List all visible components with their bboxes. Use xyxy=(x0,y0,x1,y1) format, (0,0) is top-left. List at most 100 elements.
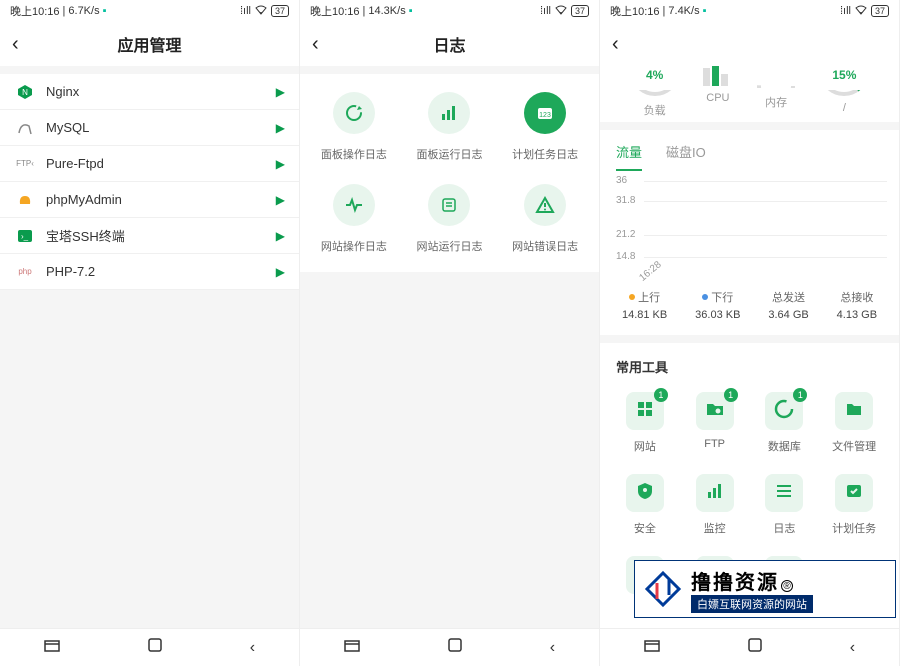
status-speed: 6.7K/s xyxy=(68,5,99,17)
tool-website[interactable]: 1 网站 xyxy=(610,392,680,454)
log-panel-run[interactable]: 面板运行日志 xyxy=(402,92,498,162)
gauge-cpu[interactable]: CPU xyxy=(703,66,733,104)
tool-ftp[interactable]: 1 FTP xyxy=(680,392,750,454)
panel-logs: 晚上10:16 | 14.3K/s ▪ ⁞ıll 37 ‹ 日志 面板操作日志 … xyxy=(300,0,600,666)
gauge-label: 内存 xyxy=(765,94,787,110)
battery-icon: 37 xyxy=(871,5,889,17)
grid-icon xyxy=(636,400,654,423)
header: ‹ 日志 xyxy=(300,22,599,66)
chart-tabs: 流量 磁盘IO xyxy=(600,130,899,171)
back-button[interactable]: ‹ xyxy=(312,33,319,56)
signal-icon: ⁞ıll xyxy=(840,5,851,17)
tool-label: 日志 xyxy=(773,520,795,536)
gauge-mem[interactable]: 内存 xyxy=(756,66,796,110)
app-item-mysql[interactable]: MySQL ▶ xyxy=(0,110,299,146)
log-label: 面板运行日志 xyxy=(416,146,482,162)
log-site-run[interactable]: 网站运行日志 xyxy=(402,184,498,254)
page-title: 日志 xyxy=(300,32,599,56)
tick-icon xyxy=(845,483,863,504)
transfer-icon: ▪ xyxy=(409,5,413,17)
ftp-icon: FTP‹ xyxy=(14,159,36,168)
registered-icon: ® xyxy=(781,580,793,592)
tool-label: 数据库 xyxy=(768,438,801,454)
tool-monitor[interactable]: 监控 xyxy=(680,474,750,536)
nav-back[interactable]: ‹ xyxy=(550,639,555,657)
status-time: 晚上10:16 xyxy=(610,3,660,19)
badge: 1 xyxy=(654,388,668,402)
page-title: 应用管理 xyxy=(0,32,299,56)
wifi-icon xyxy=(255,5,267,18)
legend-value: 36.03 KB xyxy=(695,309,740,321)
signal-icon: ⁞ıll xyxy=(540,5,551,17)
app-label: Nginx xyxy=(46,84,276,99)
nav-home[interactable] xyxy=(448,638,462,657)
badge: 1 xyxy=(793,388,807,402)
status-speed: 7.4K/s xyxy=(668,5,699,17)
app-item-phpmyadmin[interactable]: phpMyAdmin ▶ xyxy=(0,182,299,218)
tool-label: 监控 xyxy=(704,520,726,536)
legend-down: 下行 36.03 KB xyxy=(695,289,740,321)
status-bar: 晚上10:16 | 14.3K/s ▪ ⁞ıll 37 xyxy=(300,0,599,22)
log-panel-ops[interactable]: 面板操作日志 xyxy=(306,92,402,162)
bars-icon xyxy=(706,483,724,504)
nav-recent[interactable] xyxy=(44,639,60,657)
transfer-icon: ▪ xyxy=(103,5,107,17)
section-title: 常用工具 xyxy=(600,343,899,386)
svg-text:›_: ›_ xyxy=(21,232,29,241)
y-tick: 36 xyxy=(616,175,627,186)
android-nav-bar: ‹ xyxy=(300,628,599,666)
app-list: N Nginx ▶ MySQL ▶ FTP‹ Pure-Ftpd ▶ phpMy… xyxy=(0,74,299,290)
status-time: 晚上10:16 xyxy=(10,3,60,19)
log-label: 网站运行日志 xyxy=(416,238,482,254)
play-icon: ▶ xyxy=(276,121,285,135)
legend-total-recv: 总接收 4.13 GB xyxy=(837,289,877,321)
nav-home[interactable] xyxy=(148,638,162,657)
status-time: 晚上10:16 xyxy=(310,3,360,19)
tool-logs[interactable]: 日志 xyxy=(750,474,820,536)
log-site-error[interactable]: 网站错误日志 xyxy=(497,184,593,254)
ssh-icon: ›_ xyxy=(14,229,36,243)
log-cron[interactable]: 123 计划任务日志 xyxy=(497,92,593,162)
lines-icon xyxy=(775,484,793,503)
header: ‹ 应用管理 xyxy=(0,22,299,66)
tool-cron[interactable]: 计划任务 xyxy=(819,474,889,536)
tab-traffic[interactable]: 流量 xyxy=(616,142,642,171)
tool-security[interactable]: 安全 xyxy=(610,474,680,536)
log-grid: 面板操作日志 面板运行日志 123 计划任务日志 网站操作日志 网站运行日志 网… xyxy=(300,74,599,272)
pulse-icon xyxy=(333,184,375,226)
tool-filemgr[interactable]: 文件管理 xyxy=(819,392,889,454)
gauge-value: 15% xyxy=(832,68,856,82)
battery-icon: 37 xyxy=(571,5,589,17)
status-speed: 14.3K/s xyxy=(368,5,405,17)
mysql-icon xyxy=(14,120,36,136)
brand-name: 撸撸资源 xyxy=(691,572,779,594)
nav-home[interactable] xyxy=(748,638,762,657)
app-item-php[interactable]: php PHP-7.2 ▶ xyxy=(0,254,299,290)
nav-recent[interactable] xyxy=(644,639,660,657)
play-icon: ▶ xyxy=(276,265,285,279)
app-item-ftpd[interactable]: FTP‹ Pure-Ftpd ▶ xyxy=(0,146,299,182)
gauge-label: 负载 xyxy=(644,102,666,118)
shield-icon xyxy=(637,482,653,505)
svg-text:N: N xyxy=(22,88,28,97)
y-tick: 31.8 xyxy=(616,195,635,206)
gauge-disk[interactable]: 15% / xyxy=(819,66,869,114)
tool-label: 文件管理 xyxy=(832,438,876,454)
transfer-icon: ▪ xyxy=(703,5,707,17)
legend-value: 4.13 GB xyxy=(837,309,877,321)
doc-icon xyxy=(428,184,470,226)
badge: 1 xyxy=(724,388,738,402)
back-button[interactable]: ‹ xyxy=(12,33,19,56)
gauge-label: CPU xyxy=(706,92,729,104)
tab-diskio[interactable]: 磁盘IO xyxy=(666,142,706,171)
log-site-ops[interactable]: 网站操作日志 xyxy=(306,184,402,254)
app-item-ssh[interactable]: ›_ 宝塔SSH终端 ▶ xyxy=(0,218,299,254)
app-item-nginx[interactable]: N Nginx ▶ xyxy=(0,74,299,110)
nav-back[interactable]: ‹ xyxy=(850,639,855,657)
tool-database[interactable]: 1 数据库 xyxy=(750,392,820,454)
back-button[interactable]: ‹ xyxy=(612,33,619,56)
refresh-icon xyxy=(333,92,375,134)
nav-recent[interactable] xyxy=(344,639,360,657)
nav-back[interactable]: ‹ xyxy=(250,639,255,657)
gauge-load[interactable]: 4% 负载 xyxy=(630,66,680,118)
